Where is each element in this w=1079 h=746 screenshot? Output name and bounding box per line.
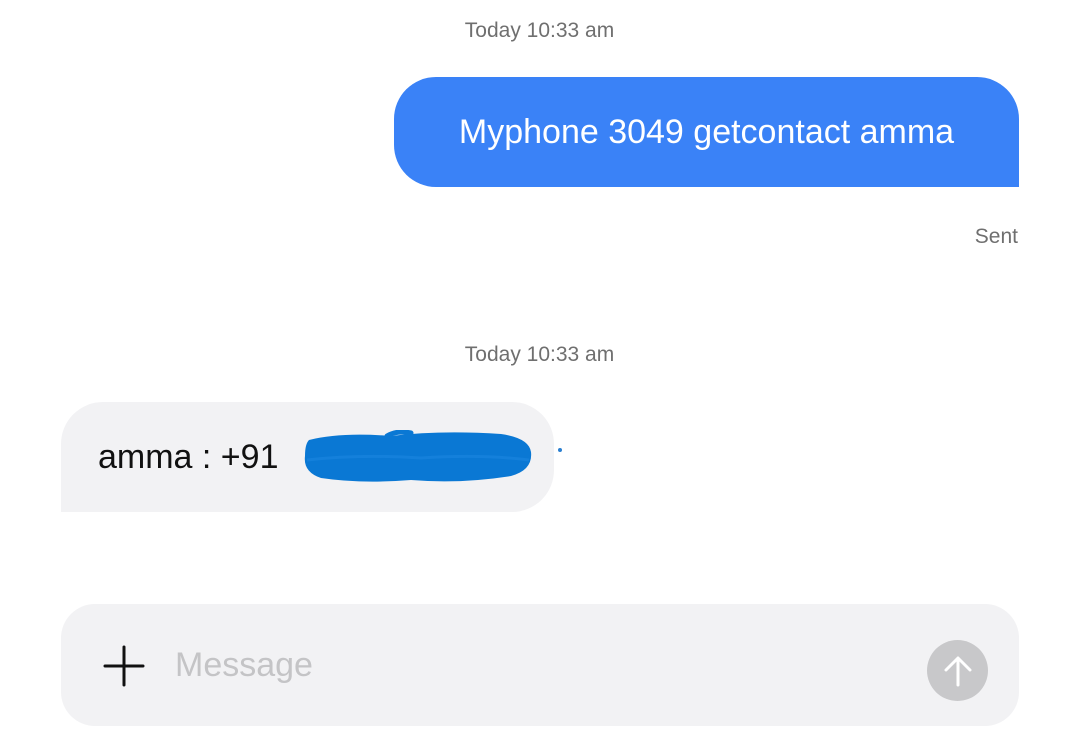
- send-button[interactable]: [927, 640, 988, 701]
- redaction-scribble: [304, 430, 532, 482]
- outgoing-message-bubble[interactable]: Myphone 3049 getcontact amma: [394, 77, 1019, 187]
- message-timestamp: Today 10:33 am: [464, 19, 615, 42]
- incoming-message-bubble[interactable]: amma : +91: [61, 402, 554, 512]
- attach-button[interactable]: [101, 643, 147, 689]
- outgoing-message-text: Myphone 3049 getcontact amma: [458, 112, 955, 151]
- delivery-status: Sent: [974, 225, 1018, 248]
- arrow-up-icon: [944, 656, 971, 686]
- message-timestamp: Today 10:33 am: [464, 343, 615, 366]
- message-composer: [61, 604, 1019, 726]
- message-input[interactable]: [175, 634, 895, 696]
- plus-icon: [103, 645, 145, 687]
- incoming-message-text: amma : +91: [98, 437, 279, 476]
- redaction-dot: [558, 448, 562, 452]
